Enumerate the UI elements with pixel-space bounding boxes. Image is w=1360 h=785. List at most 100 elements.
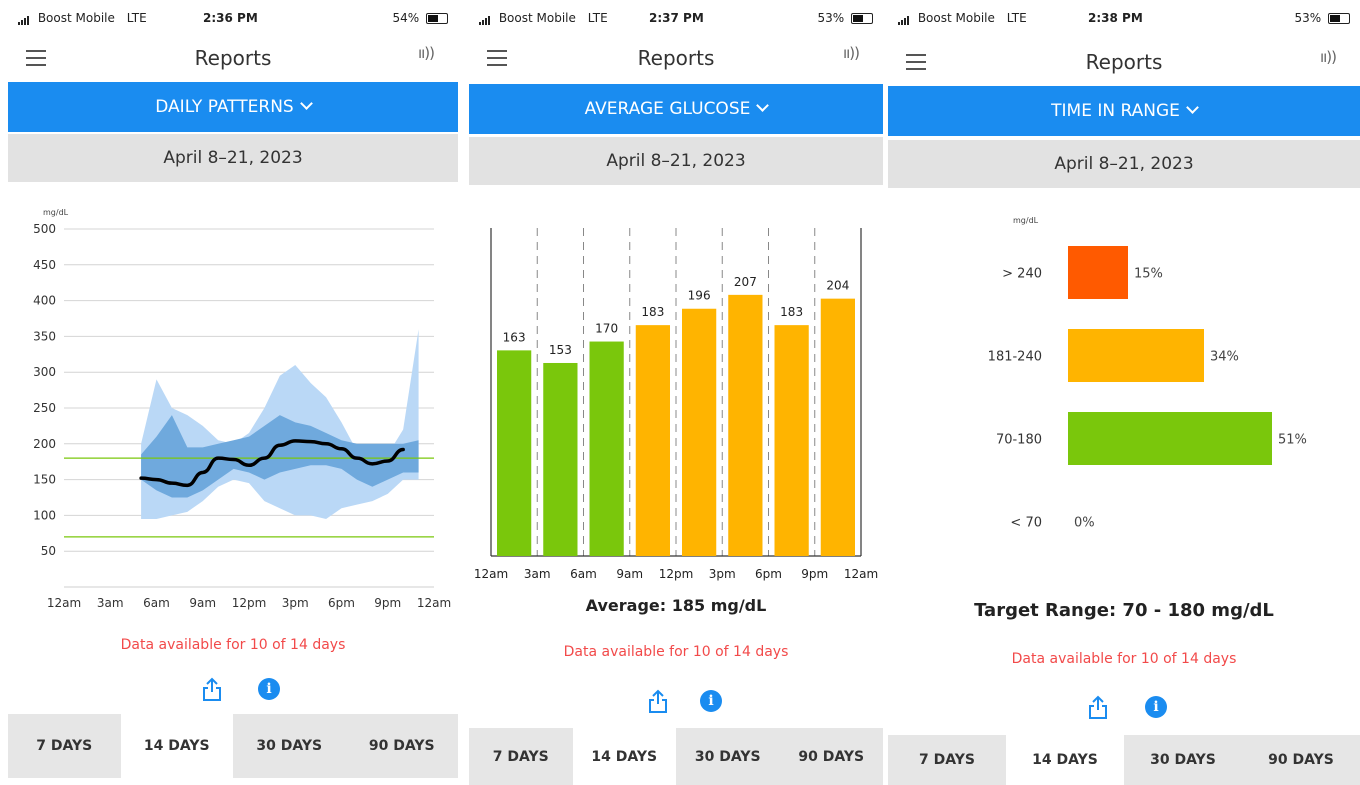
y-tick-label: 200 — [33, 437, 56, 451]
target-range: Target Range: 70 - 180 mg/dL — [974, 600, 1274, 621]
bar-value-label: 183 — [780, 305, 803, 319]
x-tick-label: 9am — [616, 567, 643, 581]
panel-daily-patterns: Boost Mobile LTE 2:36 PM 54% Reports ıı)… — [8, 0, 458, 785]
page-title: Reports — [637, 46, 715, 70]
x-tick-label: 9pm — [374, 596, 401, 610]
range-percent-label: 15% — [1134, 267, 1163, 282]
info-icon[interactable]: i — [1145, 696, 1167, 718]
y-tick-label: 400 — [33, 294, 56, 308]
share-icon[interactable] — [1088, 695, 1108, 719]
range-bar — [1068, 412, 1272, 465]
x-tick-label: 12am — [47, 596, 81, 610]
battery-icon — [851, 13, 873, 24]
average-glucose-chart: 163 153 170 183 196 207 183 204 12am 3am 6am 9am 12p… — [474, 228, 878, 581]
bar-value-label: 170 — [595, 322, 618, 336]
data-availability-note: Data available for 10 of 14 days — [120, 637, 346, 653]
report-type-label: TIME IN RANGE — [1051, 101, 1180, 121]
tab-90-days[interactable]: 90 DAYS — [346, 714, 459, 778]
y-tick-label: 50 — [41, 544, 56, 558]
x-tick-label: 12pm — [659, 567, 694, 581]
date-range: April 8–21, 2023 — [469, 137, 883, 185]
sound-icon[interactable]: ıı)) — [418, 44, 435, 62]
bar-value-label: 183 — [641, 305, 664, 319]
date-range: April 8–21, 2023 — [8, 134, 458, 182]
range-category-label: < 70 — [1010, 516, 1042, 531]
y-tick-label: 350 — [33, 329, 56, 343]
panel-average-glucose: Boost Mobile LTE 2:37 PM 53% Reports ıı)… — [469, 0, 883, 785]
x-tick-label: 3am — [97, 596, 124, 610]
x-tick-label: 3pm — [709, 567, 736, 581]
range-percent-label: 0% — [1074, 516, 1095, 531]
range-bar — [1068, 329, 1204, 382]
tab-7-days[interactable]: 7 DAYS — [888, 735, 1006, 785]
bar — [682, 308, 717, 556]
report-type-dropdown[interactable]: TIME IN RANGE — [888, 86, 1360, 136]
battery-percent: 53% — [817, 11, 845, 25]
range-percent-label: 34% — [1210, 350, 1239, 365]
date-range: April 8–21, 2023 — [888, 140, 1360, 188]
status-time: 2:38 PM — [1088, 11, 1143, 25]
panel-time-in-range: Boost Mobile LTE 2:38 PM 53% Reports ıı)… — [888, 0, 1360, 785]
status-bar: Boost Mobile LTE 2:36 PM 54% — [8, 8, 458, 30]
period-tabs: 7 DAYS 14 DAYS 30 DAYS 90 DAYS — [469, 728, 883, 785]
bar-value-label: 204 — [826, 279, 849, 293]
report-type-label: DAILY PATTERNS — [155, 97, 294, 117]
range-category-label: > 240 — [1002, 267, 1042, 282]
tab-30-days[interactable]: 30 DAYS — [1124, 735, 1242, 785]
sound-icon[interactable]: ıı)) — [1320, 48, 1337, 66]
x-tick-label: 12pm — [232, 596, 267, 610]
app-header: Reports ıı)) — [469, 38, 883, 78]
info-icon[interactable]: i — [700, 690, 722, 712]
tab-14-days[interactable]: 14 DAYS — [1006, 735, 1124, 785]
tab-14-days[interactable]: 14 DAYS — [572, 728, 676, 785]
tab-14-days[interactable]: 14 DAYS — [120, 714, 233, 778]
data-availability-note: Data available for 10 of 14 days — [563, 644, 789, 660]
x-tick-label: 9pm — [801, 567, 828, 581]
report-type-dropdown[interactable]: AVERAGE GLUCOSE — [469, 84, 883, 134]
network-type: LTE — [1006, 11, 1027, 25]
range-bar — [1068, 246, 1128, 299]
tab-30-days[interactable]: 30 DAYS — [676, 728, 780, 785]
battery-icon — [1328, 13, 1350, 24]
sound-icon[interactable]: ıı)) — [843, 44, 860, 62]
y-axis-unit-label: mg/dL — [1013, 216, 1039, 225]
battery-percent: 54% — [392, 11, 420, 25]
chevron-down-icon — [756, 99, 770, 112]
y-axis-unit-label: mg/dL — [43, 208, 69, 217]
tab-7-days[interactable]: 7 DAYS — [8, 714, 121, 778]
y-tick-label: 250 — [33, 401, 56, 415]
y-tick-label: 500 — [33, 222, 56, 236]
daily-patterns-chart: mg/dL 50 100 150 200 250 300 350 400 450 500 12am 3a… — [33, 208, 451, 610]
carrier-name: Boost Mobile — [498, 11, 576, 25]
bar — [635, 325, 670, 556]
bar-value-label: 207 — [734, 275, 757, 289]
page-title: Reports — [194, 46, 272, 70]
signal-icon — [898, 11, 910, 25]
tab-30-days[interactable]: 30 DAYS — [233, 714, 346, 778]
tab-90-days[interactable]: 90 DAYS — [780, 728, 884, 785]
y-tick-label: 300 — [33, 365, 56, 379]
x-tick-label: 3am — [524, 567, 551, 581]
range-percent-label: 51% — [1278, 433, 1307, 448]
carrier-name: Boost Mobile — [37, 11, 115, 25]
share-icon[interactable] — [202, 677, 222, 701]
network-type: LTE — [126, 11, 147, 25]
chevron-down-icon — [1185, 101, 1199, 114]
bar-value-label: 163 — [503, 330, 526, 344]
chevron-down-icon — [299, 97, 313, 110]
share-icon[interactable] — [648, 689, 668, 713]
bar-value-label: 196 — [688, 289, 711, 303]
period-tabs: 7 DAYS 14 DAYS 30 DAYS 90 DAYS — [888, 735, 1360, 785]
signal-icon — [479, 11, 491, 25]
x-tick-label: 9am — [189, 596, 216, 610]
status-time: 2:37 PM — [649, 11, 704, 25]
status-bar: Boost Mobile LTE 2:38 PM 53% — [888, 8, 1360, 30]
report-type-dropdown[interactable]: DAILY PATTERNS — [8, 82, 458, 132]
signal-icon — [18, 11, 30, 25]
app-header: Reports ıı)) — [888, 42, 1360, 82]
app-header: Reports ıı)) — [8, 38, 458, 78]
bar — [589, 341, 624, 556]
tab-7-days[interactable]: 7 DAYS — [469, 728, 573, 785]
tab-90-days[interactable]: 90 DAYS — [1242, 735, 1360, 785]
info-icon[interactable]: i — [258, 678, 280, 700]
